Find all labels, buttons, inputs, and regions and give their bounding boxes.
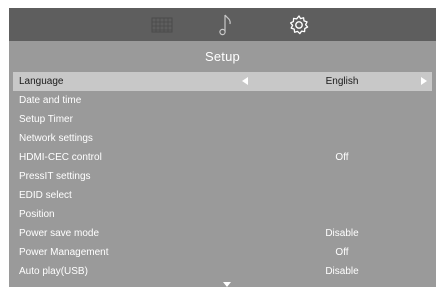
menu-item-value: Off bbox=[335, 152, 349, 163]
gear-icon[interactable] bbox=[286, 12, 312, 38]
menu-item-label: Date and time bbox=[19, 95, 82, 106]
menu-item-value: Off bbox=[335, 247, 349, 258]
menu-item-value: Disable bbox=[325, 266, 359, 277]
menu-item-label: Setup Timer bbox=[19, 114, 73, 125]
arrow-left-icon[interactable] bbox=[242, 77, 248, 85]
setup-panel: Setup Language English Date and time Set… bbox=[9, 8, 436, 287]
music-note-icon[interactable] bbox=[213, 12, 239, 38]
menu-item-setup-timer[interactable]: Setup Timer bbox=[13, 110, 432, 129]
menu-item-pressit-settings[interactable]: PressIT settings bbox=[13, 167, 432, 186]
menu-item-label: Network settings bbox=[19, 133, 93, 144]
arrow-right-icon[interactable] bbox=[421, 77, 427, 85]
menu-item-power-management[interactable]: Power Management Off bbox=[13, 243, 432, 262]
menu-item-hdmi-cec-control[interactable]: HDMI-CEC control Off bbox=[13, 148, 432, 167]
page-title: Setup bbox=[205, 48, 240, 64]
setup-menu-list: Language English Date and time Setup Tim… bbox=[13, 72, 432, 281]
menu-item-label: Power Management bbox=[19, 247, 109, 258]
menu-item-label: HDMI-CEC control bbox=[19, 152, 102, 163]
menu-item-label: Auto play(USB) bbox=[19, 266, 88, 277]
menu-item-date-and-time[interactable]: Date and time bbox=[13, 91, 432, 110]
menu-item-position[interactable]: Position bbox=[13, 205, 432, 224]
menu-item-edid-select[interactable]: EDID select bbox=[13, 186, 432, 205]
scroll-down-icon[interactable] bbox=[223, 282, 231, 287]
menu-item-label: Position bbox=[19, 209, 55, 220]
menu-item-label: Power save mode bbox=[19, 228, 100, 239]
menu-item-language[interactable]: Language English bbox=[13, 72, 432, 91]
menu-tab-bar bbox=[9, 8, 436, 41]
menu-item-value: Disable bbox=[325, 228, 359, 239]
picture-grid-icon[interactable] bbox=[149, 12, 175, 38]
menu-item-network-settings[interactable]: Network settings bbox=[13, 129, 432, 148]
menu-item-value: English bbox=[325, 76, 359, 87]
menu-item-power-save-mode[interactable]: Power save mode Disable bbox=[13, 224, 432, 243]
menu-item-label: EDID select bbox=[19, 190, 72, 201]
menu-item-label: Language bbox=[19, 76, 64, 87]
menu-item-label: PressIT settings bbox=[19, 171, 91, 182]
menu-item-auto-play-usb[interactable]: Auto play(USB) Disable bbox=[13, 262, 432, 281]
